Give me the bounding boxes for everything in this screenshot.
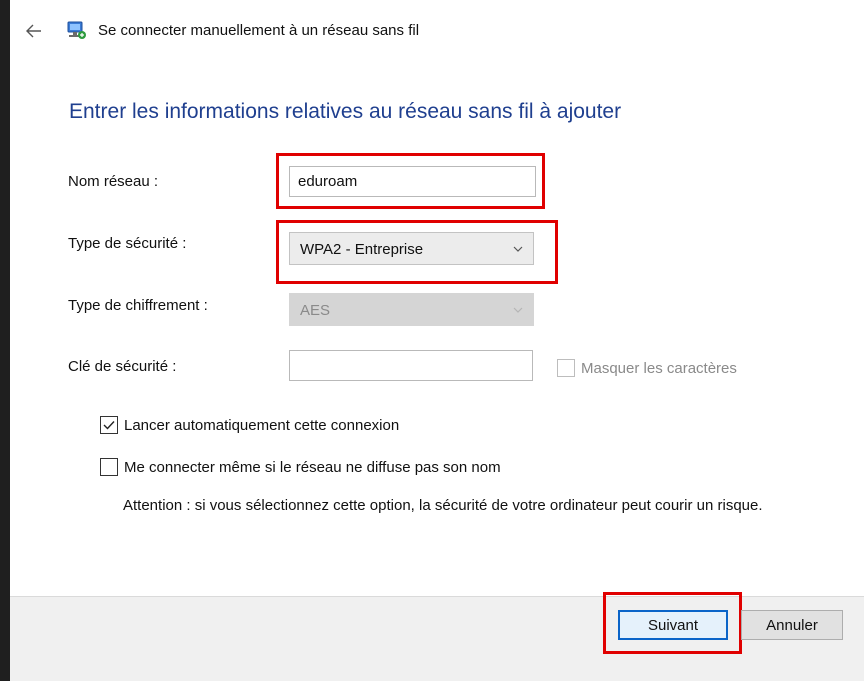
next-button[interactable]: Suivant bbox=[618, 610, 728, 640]
window-title: Se connecter manuellement à un réseau sa… bbox=[98, 22, 420, 39]
warning-text: Attention : si vous sélectionnez cette o… bbox=[123, 497, 763, 514]
dialog-footer: Suivant Annuler bbox=[10, 592, 864, 681]
connect-hidden-label: Me connecter même si le réseau ne diffus… bbox=[124, 458, 501, 476]
security-type-label: Type de sécurité : bbox=[68, 235, 187, 252]
hide-characters-checkbox-row[interactable]: Masquer les caractères bbox=[557, 359, 737, 377]
hide-characters-checkbox[interactable] bbox=[557, 359, 575, 377]
dialog-window: Se connecter manuellement à un réseau sa… bbox=[10, 0, 864, 681]
cancel-button[interactable]: Annuler bbox=[741, 610, 843, 640]
title-bar: Se connecter manuellement à un réseau sa… bbox=[10, 0, 864, 62]
connect-hidden-checkbox-row[interactable]: Me connecter même si le réseau ne diffus… bbox=[100, 458, 501, 476]
checkmark-icon bbox=[103, 421, 115, 430]
connect-hidden-checkbox[interactable] bbox=[100, 458, 118, 476]
security-type-select[interactable]: WPA2 - Entreprise bbox=[289, 232, 534, 265]
auto-connect-label: Lancer automatiquement cette connexion bbox=[124, 416, 400, 434]
wireless-network-icon bbox=[65, 19, 87, 41]
auto-connect-checkbox-row[interactable]: Lancer automatiquement cette connexion bbox=[100, 416, 399, 434]
back-arrow-icon[interactable] bbox=[24, 21, 44, 41]
chevron-down-icon bbox=[513, 246, 523, 252]
security-key-label: Clé de sécurité : bbox=[68, 358, 177, 375]
encryption-type-value: AES bbox=[300, 302, 331, 319]
network-name-input[interactable] bbox=[289, 166, 536, 197]
security-type-value: WPA2 - Entreprise bbox=[300, 241, 424, 258]
network-name-label: Nom réseau : bbox=[68, 173, 159, 190]
auto-connect-checkbox[interactable] bbox=[100, 416, 118, 434]
chevron-down-icon bbox=[513, 307, 523, 313]
encryption-type-label: Type de chiffrement : bbox=[68, 297, 208, 314]
page-heading: Entrer les informations relatives au rés… bbox=[69, 100, 622, 123]
security-key-input[interactable] bbox=[289, 350, 533, 381]
hide-characters-label: Masquer les caractères bbox=[581, 359, 737, 377]
encryption-type-select[interactable]: AES bbox=[289, 293, 534, 326]
